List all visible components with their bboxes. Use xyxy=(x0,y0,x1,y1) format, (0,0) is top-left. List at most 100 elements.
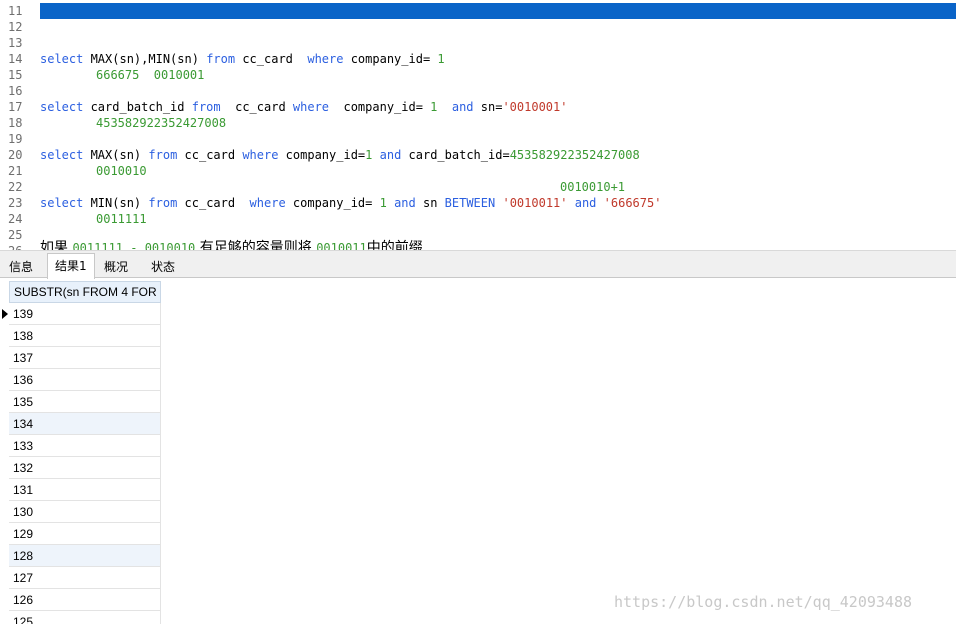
sql-keyword: from xyxy=(148,196,178,210)
table-cell[interactable]: 128 xyxy=(9,545,161,567)
table-cell[interactable]: 137 xyxy=(9,347,161,369)
table-cell[interactable]: 131 xyxy=(9,479,161,501)
sql-keyword: and xyxy=(394,196,416,210)
sql-text: cc_card xyxy=(177,148,243,162)
table-cell[interactable]: 133 xyxy=(9,435,161,457)
sql-keyword: from xyxy=(206,52,236,66)
comment-text: 中的前缀 xyxy=(366,240,423,250)
code-line[interactable]: select card_batch_id from cc_card where … xyxy=(40,99,567,115)
table-cell[interactable]: 127 xyxy=(9,567,161,589)
table-cell[interactable]: 134 xyxy=(9,413,161,435)
code-line[interactable]: select MAX(sn),MIN(sn) from cc_card wher… xyxy=(40,51,445,67)
code-line[interactable]: 0010010 xyxy=(96,163,147,179)
table-cell[interactable]: 129 xyxy=(9,523,161,545)
sql-keyword: where xyxy=(307,52,344,66)
code-line[interactable]: select MAX(sn) from cc_card where compan… xyxy=(40,147,640,163)
sql-keyword: select xyxy=(40,148,84,162)
sql-keyword: and xyxy=(451,100,474,114)
sql-text: company_id= xyxy=(285,196,380,210)
line-number: 11 xyxy=(8,4,23,18)
watermark: https://blog.csdn.net/qq_42093488 xyxy=(614,593,913,611)
sql-editor[interactable]: 11 12 13 14 15 16 17 18 19 20 21 22 23 2… xyxy=(0,0,956,250)
sql-keyword: from xyxy=(191,100,221,114)
sql-keyword: and xyxy=(379,148,402,162)
line-number: 23 xyxy=(8,196,23,210)
line-number: 25 xyxy=(8,228,23,242)
sql-text: company_id= xyxy=(278,148,366,162)
line-number: 26 xyxy=(8,243,28,250)
sql-number: 453582922352427008 xyxy=(509,148,640,162)
code-line[interactable]: 0010010+1 xyxy=(560,179,625,195)
sql-text: sn= xyxy=(473,100,503,114)
code-line-selected[interactable]: select SUBSTR(sn FROM 4 FOR 6) from cc_c… xyxy=(40,3,956,34)
line-number: 21 xyxy=(8,164,23,178)
table-cell[interactable]: 130 xyxy=(9,501,161,523)
sql-text: MAX(sn),MIN(sn) xyxy=(83,52,207,66)
result-comment: 666675 0010001 xyxy=(96,68,205,82)
sql-text: MAX(sn) xyxy=(83,148,149,162)
sql-text: company_id= xyxy=(329,100,431,114)
line-number: 18 xyxy=(8,116,23,130)
sql-text: select SUBSTR(sn FROM 4 FOR 6) from cc_c… xyxy=(68,20,893,34)
tab-profile[interactable]: 概况 xyxy=(96,254,136,279)
sql-string: '0010001' xyxy=(502,100,568,114)
code-line[interactable]: 666675 0010001 xyxy=(96,67,204,83)
code-line-comment[interactable]: 如果 0011111 - 0010010 有足够的容量则将 0010011中的前… xyxy=(40,240,423,250)
sql-keyword: BETWEEN xyxy=(444,196,496,210)
table-cell[interactable]: 139 xyxy=(9,303,161,325)
table-cell[interactable]: 125 xyxy=(9,611,161,624)
table-cell[interactable]: 126 xyxy=(9,589,161,611)
table-cell[interactable]: 138 xyxy=(9,325,161,347)
sql-keyword: where xyxy=(249,196,286,210)
result-comment: 453582922352427008 xyxy=(96,116,227,130)
line-number: 17 xyxy=(8,100,23,114)
sql-keyword: select xyxy=(40,52,84,66)
code-line[interactable]: 0011111 xyxy=(96,211,147,227)
line-number: 14 xyxy=(8,52,23,66)
result-comment: 0010010+1 xyxy=(560,180,626,194)
sql-text: cc_card xyxy=(177,196,250,210)
table-cell[interactable]: 135 xyxy=(9,391,161,413)
sql-string: '666675' xyxy=(603,196,662,210)
sql-number: 1 xyxy=(437,52,445,66)
result-comment: 0011111 - 0010010 xyxy=(72,241,196,250)
comment-text: 如果 xyxy=(40,240,73,250)
line-number-gutter: 11 12 13 14 15 16 17 18 19 20 21 22 23 2… xyxy=(0,0,36,250)
row-pointer-icon xyxy=(2,309,8,319)
sql-keyword: where xyxy=(292,100,330,114)
sql-string: '0010011' xyxy=(502,196,568,210)
sql-text: cc_card xyxy=(235,52,308,66)
result-tab-bar: 信息 结果1 概况 状态 xyxy=(0,250,956,280)
sql-text: company_id= xyxy=(343,52,438,66)
tab-info[interactable]: 信息 xyxy=(1,254,41,279)
tab-status[interactable]: 状态 xyxy=(143,254,183,279)
code-line[interactable]: 453582922352427008 xyxy=(96,115,226,131)
result-comment: 0010011 xyxy=(316,241,367,250)
line-number: 12 xyxy=(8,20,23,34)
line-number: 22 xyxy=(8,180,23,194)
sql-number: 1 xyxy=(379,196,387,210)
line-number: 20 xyxy=(8,148,23,162)
table-cell[interactable]: 136 xyxy=(9,369,161,391)
column-header[interactable]: SUBSTR(sn FROM 4 FOR 6) xyxy=(9,281,161,303)
line-number: 24 xyxy=(8,212,23,226)
tab-result-1[interactable]: 结果1 xyxy=(47,253,95,280)
table-cell[interactable]: 132 xyxy=(9,457,161,479)
line-number: 13 xyxy=(8,36,23,50)
sql-text: MIN(sn) xyxy=(83,196,149,210)
sql-text: cc_card xyxy=(220,100,293,114)
line-number: 16 xyxy=(8,84,23,98)
sql-text: sn xyxy=(415,196,445,210)
code-line[interactable]: select MIN(sn) from cc_card where compan… xyxy=(40,195,661,211)
sql-keyword: from xyxy=(148,148,178,162)
comment-text: 有足够的容量则将 xyxy=(195,240,317,250)
result-grid[interactable]: SUBSTR(sn FROM 4 FOR 6) 139 138 137 136 … xyxy=(0,279,956,624)
line-number: 19 xyxy=(8,132,23,146)
sql-keyword: select xyxy=(40,196,84,210)
result-comment: 0010010 xyxy=(96,164,147,178)
